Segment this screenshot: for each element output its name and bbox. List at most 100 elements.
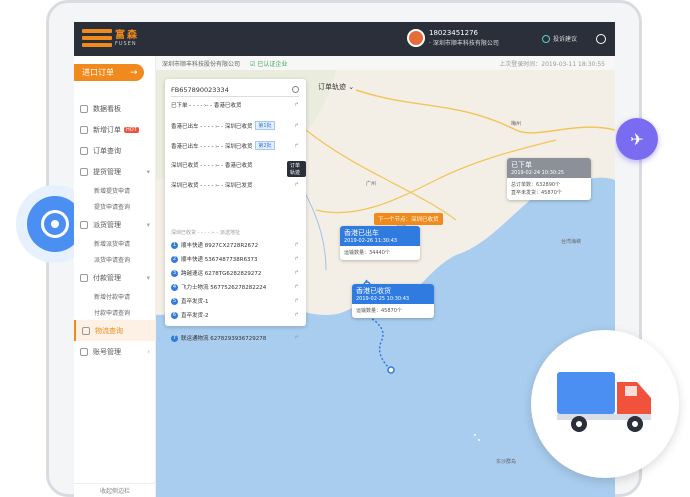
map-callout-received[interactable]: 香港已收货 2019-02-25 10:30:43 运输数量：45870个 — [352, 284, 434, 318]
payment-icon — [80, 273, 88, 282]
avatar[interactable] — [407, 29, 425, 47]
waybill-text: 顺丰快递 8927CX2728R2672 — [181, 243, 259, 249]
verified-badge: ☑ 已认证企业 — [250, 60, 288, 68]
row-number: 1 — [171, 241, 178, 249]
sidebar-item-label: 订单查询 — [93, 146, 121, 155]
import-order-label: 进口订单 — [82, 68, 114, 77]
user-info[interactable]: 18023451276 · 深圳市顺丰科技有限公司 — [407, 29, 499, 47]
table-row[interactable]: 6 直卒发货-2 ↱ — [171, 311, 299, 319]
table-row[interactable]: 2 顺丰快递 5367487738R6373 ↱ — [171, 255, 299, 263]
tracking-panel: FB657890023334 已下单 - - - - ›- - 香港已收货 ↱ 香… — [165, 79, 306, 326]
callout-date: 2019-02-26 11:30:43 — [344, 238, 398, 244]
sidebar-item-new-order[interactable]: 新增订单 HOT — [74, 119, 156, 140]
dispatch-icon — [80, 220, 88, 229]
sidebar-item-account[interactable]: 账号管理 › — [74, 341, 156, 362]
sidebar-subitem[interactable]: 新增提货申请 — [74, 182, 156, 198]
city-label: 梅州 — [511, 121, 522, 127]
map-callout-ordered[interactable]: 已下单 2019-02-24 10:30:25 总订单数：632890个 直卒未发货… — [507, 158, 591, 200]
callout-title: 香港已收货 — [356, 287, 391, 295]
chevron-down-icon: ▾ — [146, 273, 150, 282]
city-label: 台湾海峡 — [561, 239, 582, 245]
waybill-text: 顺丰快递 5367487738R6373 — [181, 257, 258, 263]
list-item[interactable]: 香港已出车 - - - - ›- - 深圳已收货 第2批 ↱ — [171, 141, 299, 150]
sidebar: 进口订单 → 数据看板 新增订单 HOT 订单查询 提货管理 ▾ 新增提货申请 提货申… — [74, 56, 156, 497]
hot-badge: HOT — [124, 126, 139, 133]
row-number: 7 — [171, 334, 178, 342]
verified-label: 已认证企业 — [257, 60, 288, 68]
list-icon — [80, 146, 88, 155]
sidebar-subitem[interactable]: 提货申请查询 — [74, 198, 156, 214]
sidebar-subitem[interactable]: 新增派货申请 — [74, 235, 156, 251]
account-icon — [80, 347, 88, 356]
logistics-icon — [82, 326, 90, 335]
chevron-right-icon: › — [147, 347, 150, 356]
waybill-text: 联运通物流 6278293936729278 — [181, 336, 267, 342]
table-row[interactable]: 3 跨越速运 6278TG6282829272 ↱ — [171, 269, 299, 277]
sidebar-subitem[interactable]: 派货申请查询 — [74, 251, 156, 267]
sidebar-item-label: 账号管理 — [93, 347, 121, 356]
collapse-sidebar-button[interactable]: 收起侧边栏 — [74, 483, 156, 497]
pin-icon: ↱ — [294, 182, 299, 188]
table-row[interactable]: 5 直卒发货-1 ↱ — [171, 297, 299, 305]
row-number: 3 — [171, 269, 178, 277]
sidebar-item-dashboard[interactable]: 数据看板 — [74, 98, 156, 119]
table-row[interactable]: 7 联运通物流 6278293936729278 ↱ — [171, 334, 299, 342]
truck-badge — [531, 330, 679, 478]
dashboard-icon — [80, 104, 88, 113]
pin-icon: ↱ — [294, 142, 299, 149]
sidebar-subitem[interactable]: 新增付款申请 — [74, 288, 156, 304]
arrow-right-icon: → — [130, 67, 138, 78]
sidebar-item-payment[interactable]: 付款管理 ▾ — [74, 267, 156, 288]
event-text: 香港已出车 - - - - ›- - 深圳已收货 — [171, 123, 253, 130]
track-dropdown[interactable]: 订单轨迹 ⌄ — [318, 82, 354, 92]
sidebar-item-label: 物流查询 — [95, 326, 123, 335]
city-label: 东沙群岛 — [496, 459, 517, 465]
row-number: 5 — [171, 297, 178, 305]
row-number: 2 — [171, 255, 178, 263]
next-node-label: 下一个节点：深圳已收货 — [374, 213, 443, 225]
search-input[interactable]: FB657890023334 — [171, 83, 299, 97]
sidebar-item-label: 提货管理 — [93, 167, 121, 176]
event-text: 深圳已收货 - - - - ›- - 香港已收货 — [171, 163, 253, 169]
pin-icon: ↱ — [294, 242, 299, 248]
callout-line: 运输数量：34440个 — [344, 250, 390, 256]
user-phone: 18023451276 — [429, 29, 478, 37]
chevron-down-icon: ⌄ — [348, 83, 355, 91]
list-item[interactable]: 深圳已收货 - - - - ›- - 深圳已发货 ↱ — [171, 181, 299, 189]
table-row[interactable]: 4 飞力士物流 5677526278282224 ↱ — [171, 283, 299, 291]
user-company: · 深圳市顺丰科技有限公司 — [429, 40, 499, 47]
info-bar: 深圳市顺丰科技股份有限公司 ☑ 已认证企业 上次登录时间：2019-03-11 … — [156, 56, 615, 70]
chevron-down-icon: ▾ — [146, 167, 150, 176]
pin-icon: ↱ — [294, 102, 299, 108]
callout-line: 直卒未发货：45870个 — [511, 190, 562, 196]
section-divider: 深圳已收货 - - - - ›- - 派送地址 — [171, 230, 240, 236]
pin-icon: ↱ — [294, 284, 299, 290]
search-icon[interactable] — [292, 86, 299, 93]
callout-line: 运输数量：45870个 — [356, 308, 402, 314]
map-callout-departed[interactable]: 香港已出车 2019-02-26 11:30:43 运输数量：34440个 — [340, 226, 420, 260]
import-order-button[interactable]: 进口订单 → — [74, 64, 144, 81]
event-text: 深圳已收货 - - - - ›- - 深圳已发货 — [171, 183, 253, 189]
sidebar-item-pickup[interactable]: 提货管理 ▾ — [74, 161, 156, 182]
chevron-down-icon: ▾ — [146, 220, 150, 229]
truck-icon — [557, 372, 651, 432]
sidebar-item-logistics[interactable]: 物流查询 — [74, 320, 156, 341]
sidebar-subitem[interactable]: 付款申请查询 — [74, 304, 156, 320]
suggestion-button[interactable]: 投诉建议 — [542, 34, 577, 43]
list-item[interactable]: 深圳已收货 - - - - ›- - 香港已收货↱ — [171, 161, 299, 169]
track-dropdown-label: 订单轨迹 — [318, 83, 346, 91]
waybill-text: 直卒发货-2 — [181, 313, 209, 319]
row-number: 4 — [171, 283, 178, 291]
table-row[interactable]: 1 顺丰快递 8927CX2728R2672 ↱ — [171, 241, 299, 249]
sidebar-menu: 数据看板 新增订单 HOT 订单查询 提货管理 ▾ 新增提货申请 提货申请查询 派货… — [74, 98, 156, 362]
batch-tag: 第1批 — [255, 121, 275, 130]
sidebar-item-order-query[interactable]: 订单查询 — [74, 140, 156, 161]
callout-date: 2019-02-24 10:30:25 — [511, 170, 565, 176]
list-item[interactable]: 已下单 - - - - ›- - 香港已收货 ↱ — [171, 101, 299, 109]
feedback-icon — [542, 34, 550, 43]
sidebar-item-label: 派货管理 — [93, 220, 121, 229]
pin-icon: ↱ — [294, 335, 299, 341]
sidebar-item-dispatch[interactable]: 派货管理 ▾ — [74, 214, 156, 235]
power-icon[interactable] — [596, 34, 606, 44]
list-item[interactable]: 香港已出车 - - - - ›- - 深圳已收货 第1批 ↱ — [171, 121, 299, 130]
